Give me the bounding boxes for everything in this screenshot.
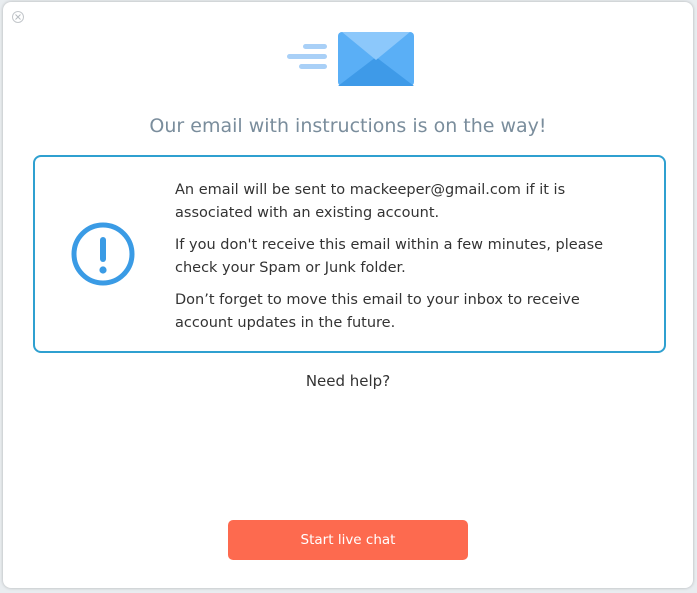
need-help-link[interactable]: Need help? [3,372,693,390]
email-sent-dialog: Our email with instructions is on the wa… [3,2,693,588]
close-button[interactable] [12,11,24,23]
message-email-sent: An email will be sent to mackeeper@gmail… [175,182,566,221]
info-box: An email will be sent to mackeeper@gmail… [33,155,666,353]
message-move-inbox: Don’t forget to move this email to your … [175,292,580,331]
close-icon [15,14,21,20]
dialog-title: Our email with instructions is on the wa… [149,115,547,137]
info-text: An email will be sent to mackeeper@gmail… [175,179,635,344]
exclamation-circle-icon [71,222,135,286]
message-check-spam: If you don't receive this email within a… [175,237,604,276]
envelope-icon [287,32,414,86]
start-live-chat-button[interactable]: Start live chat [228,520,468,560]
